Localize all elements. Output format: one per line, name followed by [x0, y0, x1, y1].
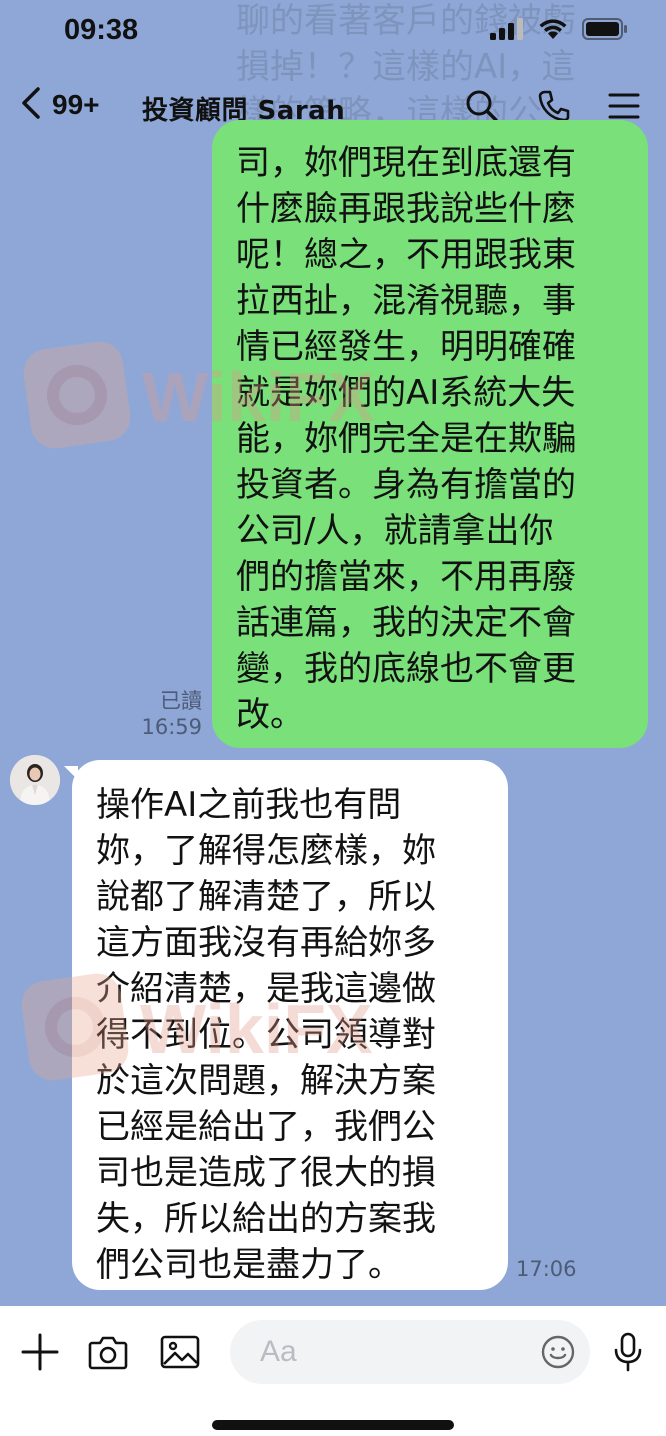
status-icons [490, 18, 628, 44]
status-time: 09:38 [64, 14, 139, 46]
message-input-bar [0, 1306, 666, 1436]
wifi-icon [538, 18, 568, 44]
unread-count: 99+ [52, 89, 100, 120]
battery-icon [582, 18, 628, 44]
received-time: 17:06 [516, 1257, 577, 1281]
received-message-text: 操作AI之前我也有問 妳，了解得怎麼樣，妳 說都了解清楚了，所以 這方面我沒有再… [96, 785, 436, 1285]
back-button[interactable]: 99+ [20, 86, 100, 124]
home-indicator [212, 1420, 454, 1430]
sent-message-bubble[interactable]: 司，妳們現在到底還有 什麼臉再跟我說些什麼 呢！總之，不用跟我東 拉西扯，混淆視… [212, 120, 648, 748]
camera-icon[interactable] [86, 1330, 130, 1374]
sent-message-text: 司，妳們現在到底還有 什麼臉再跟我說些什麼 呢！總之，不用跟我東 拉西扯，混淆視… [236, 143, 576, 735]
received-message-bubble[interactable]: 操作AI之前我也有問 妳，了解得怎麼樣，妳 說都了解清楚了，所以 這方面我沒有再… [64, 760, 508, 1290]
microphone-icon[interactable] [606, 1330, 650, 1374]
status-bar: 09:38 [0, 0, 666, 64]
avatar[interactable] [10, 755, 60, 805]
plus-icon[interactable] [18, 1330, 62, 1374]
emoji-icon[interactable] [536, 1330, 580, 1374]
message-input-field[interactable] [258, 1334, 512, 1370]
image-icon[interactable] [158, 1330, 202, 1374]
sent-time: 16:59 [141, 715, 202, 739]
signal-icon [490, 18, 524, 44]
read-receipt: 已讀 [160, 689, 202, 713]
chevron-left-icon [20, 86, 42, 124]
message-meta: 已讀 16:59 [141, 688, 202, 740]
